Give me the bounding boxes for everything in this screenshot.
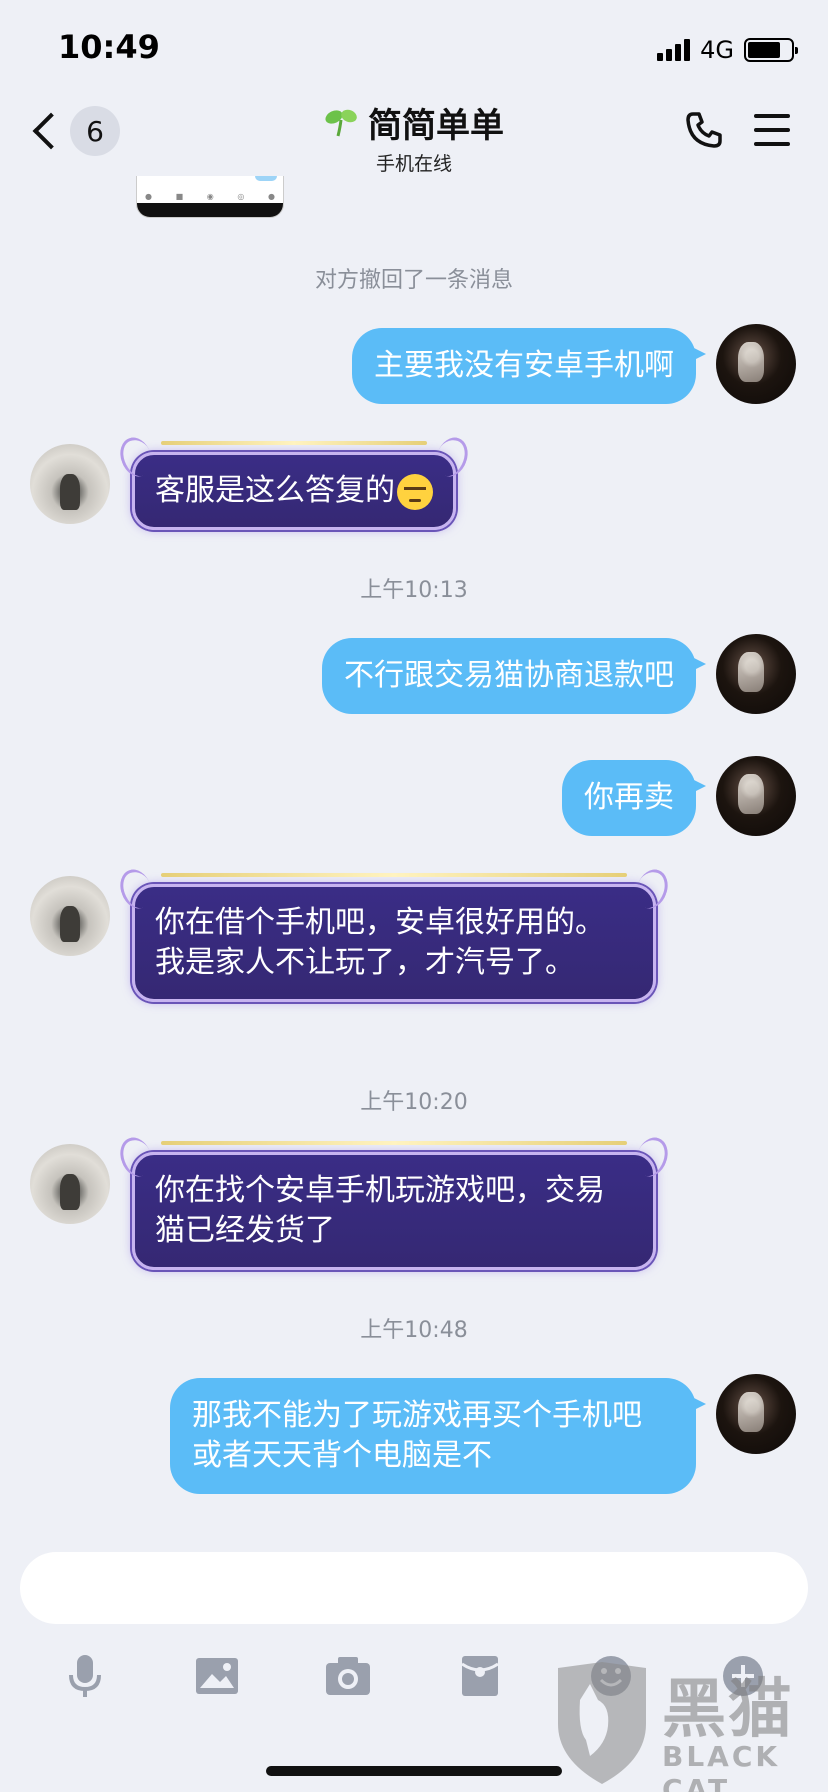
menu-icon[interactable] [754, 114, 790, 146]
outgoing-message-bubble[interactable]: 不行跟交易猫协商退款吧 [322, 638, 706, 714]
online-status: 手机在线 [375, 153, 452, 175]
outgoing-message-bubble[interactable]: 你再卖 [562, 760, 706, 836]
previous-image-message[interactable]: ● ■ ◉ ◎ ● [136, 176, 284, 218]
timestamp: 上午10:48 [360, 1318, 468, 1343]
message-text: 你在找个安卓手机玩游戏吧，交易猫已经发货了 [155, 1173, 605, 1248]
contact-name: 简简单单 [368, 106, 504, 146]
timestamp: 上午10:20 [360, 1090, 468, 1115]
input-area [0, 1536, 828, 1792]
outgoing-message-bubble[interactable]: 主要我没有安卓手机啊 [352, 328, 706, 404]
status-indicators: 4G [657, 36, 798, 64]
sprout-icon [325, 109, 357, 136]
chevron-left-icon [32, 112, 70, 150]
phone-icon[interactable] [684, 110, 724, 150]
avatar[interactable] [716, 756, 796, 836]
sweat-smile-emoji-icon [397, 473, 433, 510]
unread-count-badge: 6 [70, 106, 120, 156]
avatar[interactable] [30, 876, 110, 956]
message-text: 客服是这么答复的 [155, 473, 395, 508]
chat-area[interactable]: ● ■ ◉ ◎ ● 对方撤回了一条消息 主要我没有安卓手机啊 客服是这么答复的 上午10… [0, 176, 828, 1536]
avatar[interactable] [716, 1374, 796, 1454]
status-bar: 10:49 4G [0, 0, 828, 100]
timestamp: 上午10:13 [360, 578, 468, 603]
outgoing-message-bubble[interactable]: 那我不能为了玩游戏再买个手机吧 或者天天背个电脑是不 [170, 1378, 706, 1494]
recall-notice: 对方撤回了一条消息 [314, 268, 513, 293]
input-toolbar [40, 1646, 788, 1706]
message-text: 你在借个手机吧，安卓很好用的。我是家人不让玩了，才汽号了。 [155, 905, 605, 980]
red-packet-icon[interactable] [435, 1646, 525, 1706]
incoming-message-bubble[interactable]: 你在借个手机吧，安卓很好用的。我是家人不让玩了，才汽号了。 [115, 865, 673, 1002]
avatar[interactable] [30, 444, 110, 524]
avatar[interactable] [716, 324, 796, 404]
status-time: 10:49 [58, 28, 160, 66]
image-icon[interactable] [172, 1646, 262, 1706]
message-text: 主要我没有安卓手机啊 [374, 348, 674, 383]
network-label: 4G [700, 36, 734, 64]
camera-icon[interactable] [303, 1646, 393, 1706]
signal-icon [657, 39, 691, 61]
back-button[interactable]: 6 [28, 106, 120, 156]
microphone-icon[interactable] [40, 1646, 130, 1706]
message-text: 不行跟交易猫协商退款吧 [344, 658, 674, 693]
battery-level [748, 42, 780, 58]
emoji-icon[interactable] [566, 1646, 656, 1706]
message-text: 那我不能为了玩游戏再买个手机吧 或者天天背个电脑是不 [192, 1398, 642, 1473]
plus-icon[interactable] [698, 1646, 788, 1706]
avatar[interactable] [716, 634, 796, 714]
message-text: 你再卖 [584, 780, 674, 815]
incoming-message-bubble[interactable]: 客服是这么答复的 [115, 433, 473, 530]
message-input[interactable] [20, 1552, 808, 1624]
nav-bar: 6 简简单单 手机在线 [0, 96, 828, 176]
home-indicator[interactable] [266, 1766, 562, 1776]
incoming-message-bubble[interactable]: 你在找个安卓手机玩游戏吧，交易猫已经发货了 [115, 1133, 673, 1270]
avatar[interactable] [30, 1144, 110, 1224]
battery-icon [744, 38, 798, 62]
